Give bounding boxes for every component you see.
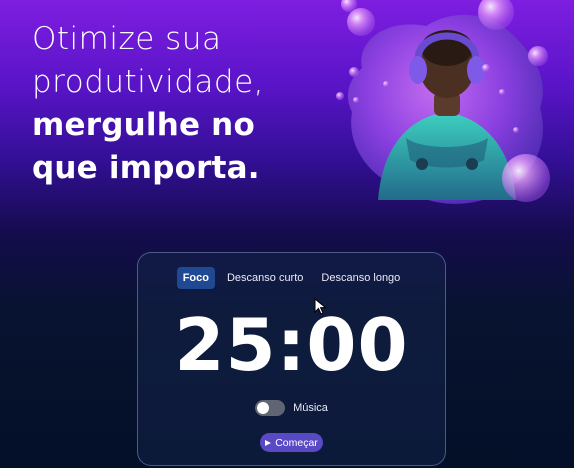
headphones-character-illustration [336,0,550,204]
timer-display: 25:00 [174,303,409,387]
music-toggle[interactable] [255,400,286,416]
start-button-label: Começar [275,436,318,449]
play-icon [265,439,272,446]
music-control: Música [138,400,445,416]
start-button[interactable]: Começar [260,433,323,452]
headline-line-1: Otimize sua [32,21,222,57]
headline-line-3: mergulhe no [32,107,255,143]
music-label: Música [293,402,328,414]
tab-foco[interactable]: Foco [176,267,215,289]
toggle-knob [257,402,270,414]
timer-mode-tabs: Foco Descanso curto Descanso longo [138,267,445,289]
headline-line-2: produtividade, [32,64,265,100]
tab-descanso-curto[interactable]: Descanso curto [221,267,309,289]
mouse-cursor-icon [314,298,327,315]
hero-headline: Otimize sua produtividade, mergulhe no q… [32,18,332,190]
headline-line-4: que importa. [32,150,260,186]
tab-descanso-longo[interactable]: Descanso longo [315,267,406,289]
timer-card: Foco Descanso curto Descanso longo 25:00… [137,252,446,466]
